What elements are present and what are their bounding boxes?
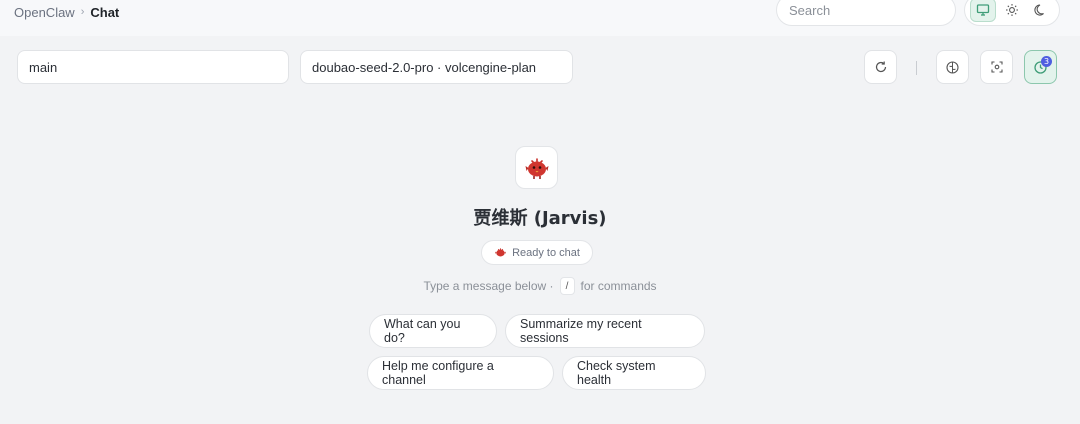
hint-before: Type a message below · xyxy=(423,279,554,293)
hint-after: for commands xyxy=(580,279,657,293)
search-box[interactable]: ⌘K xyxy=(776,0,990,26)
brain-icon xyxy=(946,60,959,74)
theme-dark-button[interactable] xyxy=(1028,0,1054,22)
suggestion-label: What can you do? xyxy=(384,317,461,345)
breadcrumb-root-link[interactable]: OpenClaw xyxy=(14,5,75,20)
theme-system-button[interactable] xyxy=(970,0,997,22)
scheduled-tasks-button[interactable]: 3 xyxy=(1024,50,1057,84)
focus-icon xyxy=(990,61,1003,73)
thinking-toggle-button[interactable] xyxy=(936,50,969,84)
breadcrumb-current: Chat xyxy=(90,4,120,20)
model-select[interactable]: doubao-seed-2.0-pro · volcengine-plan xyxy=(300,50,573,84)
suggestion-configure-channel[interactable]: Help me configure a channel xyxy=(367,356,554,390)
moon-icon xyxy=(1034,4,1044,16)
suggestion-what-can-you-do[interactable]: What can you do? xyxy=(369,314,497,348)
session-value: main xyxy=(29,59,58,75)
red-bird-icon xyxy=(495,248,506,257)
agent-avatar xyxy=(515,146,558,189)
status-badge: Ready to chat xyxy=(481,240,593,265)
agent-name: 贾维斯 (Jarvis) xyxy=(473,208,607,229)
clock-badge: 3 xyxy=(1041,56,1052,67)
search-input[interactable] xyxy=(789,2,965,18)
status-text: Ready to chat xyxy=(512,246,580,259)
refresh-icon xyxy=(875,61,886,73)
session-select[interactable]: main xyxy=(17,50,289,84)
model-value: doubao-seed-2.0-pro · volcengine-plan xyxy=(312,59,537,75)
refresh-button[interactable] xyxy=(864,50,897,84)
suggestion-check-system-health[interactable]: Check system health xyxy=(562,356,706,390)
theme-light-button[interactable] xyxy=(999,0,1025,22)
sun-icon xyxy=(1005,4,1018,16)
toolbar-divider xyxy=(916,61,917,75)
breadcrumb-separator: › xyxy=(80,6,85,18)
suggestion-label: Summarize my recent sessions xyxy=(520,317,642,345)
input-hint: Type a message below · / for commands xyxy=(340,276,740,296)
suggestion-label: Check system health xyxy=(577,359,656,387)
red-bird-icon xyxy=(525,157,548,179)
suggestion-summarize-sessions[interactable]: Summarize my recent sessions xyxy=(505,314,705,348)
theme-toggle xyxy=(964,0,1060,26)
slash-key: / xyxy=(559,277,575,295)
suggestion-label: Help me configure a channel xyxy=(382,359,494,387)
monitor-icon xyxy=(977,4,990,16)
breadcrumb: OpenClaw › Chat xyxy=(14,4,119,20)
focus-mode-button[interactable] xyxy=(980,50,1013,84)
